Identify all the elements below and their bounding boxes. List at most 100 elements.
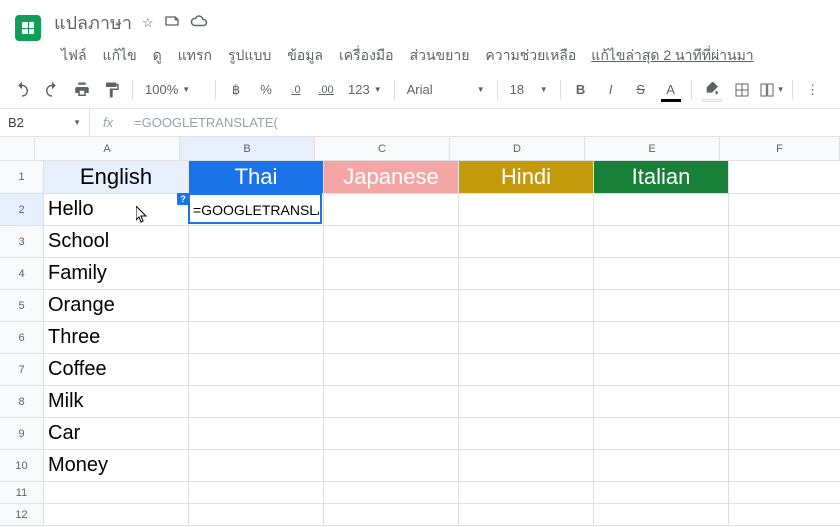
menu-view[interactable]: ดู bbox=[146, 41, 169, 71]
decrease-decimal-button[interactable]: .0 bbox=[282, 76, 310, 104]
cell-B4[interactable] bbox=[189, 258, 324, 290]
cell-B3[interactable] bbox=[189, 226, 324, 258]
cell-A11[interactable] bbox=[44, 482, 189, 504]
cell-E10[interactable] bbox=[594, 450, 729, 482]
borders-button[interactable] bbox=[728, 76, 756, 104]
cell-D9[interactable] bbox=[459, 418, 594, 450]
formula-input[interactable]: =GOOGLETRANSLATE( bbox=[126, 115, 840, 130]
redo-button[interactable] bbox=[38, 76, 66, 104]
col-header-E[interactable]: E bbox=[585, 137, 720, 161]
cell-C10[interactable] bbox=[324, 450, 459, 482]
cell-A8[interactable]: Milk bbox=[44, 386, 189, 418]
increase-decimal-button[interactable]: .00 bbox=[312, 76, 340, 104]
col-header-C[interactable]: C bbox=[315, 137, 450, 161]
menu-insert[interactable]: แทรก bbox=[171, 41, 219, 71]
cell-D10[interactable] bbox=[459, 450, 594, 482]
more-toolbar-button[interactable]: ⋮ bbox=[799, 76, 827, 104]
cell-F8[interactable] bbox=[729, 386, 840, 418]
cell-C1[interactable]: Japanese bbox=[324, 161, 459, 194]
cell-E9[interactable] bbox=[594, 418, 729, 450]
cell-D1[interactable]: Hindi bbox=[459, 161, 594, 194]
cell-C5[interactable] bbox=[324, 290, 459, 322]
col-header-F[interactable]: F bbox=[720, 137, 840, 161]
cell-E7[interactable] bbox=[594, 354, 729, 386]
cell-C9[interactable] bbox=[324, 418, 459, 450]
cell-E11[interactable] bbox=[594, 482, 729, 504]
move-icon[interactable] bbox=[164, 13, 180, 32]
star-icon[interactable]: ☆ bbox=[142, 15, 154, 31]
row-header-11[interactable]: 11 bbox=[0, 482, 44, 504]
last-edit-link[interactable]: แก้ไขล่าสุด 2 นาทีที่ผ่านมา bbox=[591, 41, 753, 71]
italic-button[interactable]: I bbox=[597, 76, 625, 104]
font-size-dropdown[interactable]: 18▼ bbox=[504, 82, 554, 97]
formula-help-badge[interactable]: ? bbox=[177, 193, 189, 205]
cell-C8[interactable] bbox=[324, 386, 459, 418]
cell-F4[interactable] bbox=[729, 258, 840, 290]
print-button[interactable] bbox=[68, 76, 96, 104]
cell-E8[interactable] bbox=[594, 386, 729, 418]
font-dropdown[interactable]: Arial▼ bbox=[401, 82, 491, 97]
row-header-10[interactable]: 10 bbox=[0, 450, 44, 482]
cell-E2[interactable] bbox=[594, 194, 729, 226]
cell-editor[interactable] bbox=[193, 202, 319, 218]
more-formats-dropdown[interactable]: 123▼ bbox=[342, 82, 388, 97]
name-box[interactable]: B2▼ bbox=[0, 109, 90, 136]
undo-button[interactable] bbox=[8, 76, 36, 104]
row-header-12[interactable]: 12 bbox=[0, 504, 44, 526]
cell-F5[interactable] bbox=[729, 290, 840, 322]
cell-B1[interactable]: Thai bbox=[189, 161, 324, 194]
cell-C6[interactable] bbox=[324, 322, 459, 354]
cell-E5[interactable] bbox=[594, 290, 729, 322]
cell-F10[interactable] bbox=[729, 450, 840, 482]
cell-F11[interactable] bbox=[729, 482, 840, 504]
cell-E6[interactable] bbox=[594, 322, 729, 354]
cell-E4[interactable] bbox=[594, 258, 729, 290]
cell-C11[interactable] bbox=[324, 482, 459, 504]
row-header-6[interactable]: 6 bbox=[0, 322, 44, 354]
row-header-5[interactable]: 5 bbox=[0, 290, 44, 322]
cell-E1[interactable]: Italian bbox=[594, 161, 729, 194]
col-header-B[interactable]: B bbox=[180, 137, 315, 161]
cell-A7[interactable]: Coffee bbox=[44, 354, 189, 386]
cell-A10[interactable]: Money bbox=[44, 450, 189, 482]
cell-F12[interactable] bbox=[729, 504, 840, 526]
cell-C7[interactable] bbox=[324, 354, 459, 386]
cell-C3[interactable] bbox=[324, 226, 459, 258]
menu-help[interactable]: ความช่วยเหลือ bbox=[478, 41, 583, 71]
zoom-dropdown[interactable]: 100%▼ bbox=[139, 82, 209, 97]
cell-A2[interactable]: Hello bbox=[44, 194, 189, 226]
cell-D2[interactable] bbox=[459, 194, 594, 226]
menu-tools[interactable]: เครื่องมือ bbox=[332, 41, 401, 71]
cell-B5[interactable] bbox=[189, 290, 324, 322]
cell-F7[interactable] bbox=[729, 354, 840, 386]
paint-format-button[interactable] bbox=[98, 76, 126, 104]
currency-button[interactable]: ฿ bbox=[222, 76, 250, 104]
cell-B9[interactable] bbox=[189, 418, 324, 450]
cell-F6[interactable] bbox=[729, 322, 840, 354]
cell-D12[interactable] bbox=[459, 504, 594, 526]
cell-D3[interactable] bbox=[459, 226, 594, 258]
select-all-corner[interactable] bbox=[0, 137, 35, 161]
row-header-4[interactable]: 4 bbox=[0, 258, 44, 290]
cell-B7[interactable] bbox=[189, 354, 324, 386]
merge-cells-button[interactable]: ▼ bbox=[758, 76, 786, 104]
cell-A1[interactable]: English bbox=[44, 161, 189, 194]
row-header-8[interactable]: 8 bbox=[0, 386, 44, 418]
cell-D4[interactable] bbox=[459, 258, 594, 290]
cell-E12[interactable] bbox=[594, 504, 729, 526]
col-header-D[interactable]: D bbox=[450, 137, 585, 161]
cell-D8[interactable] bbox=[459, 386, 594, 418]
percent-button[interactable]: % bbox=[252, 76, 280, 104]
cell-C2[interactable] bbox=[324, 194, 459, 226]
cell-B8[interactable] bbox=[189, 386, 324, 418]
cell-E3[interactable] bbox=[594, 226, 729, 258]
cell-D11[interactable] bbox=[459, 482, 594, 504]
menu-extensions[interactable]: ส่วนขยาย bbox=[403, 41, 477, 71]
cloud-status-icon[interactable] bbox=[190, 12, 208, 33]
strikethrough-button[interactable]: S bbox=[627, 76, 655, 104]
menu-format[interactable]: รูปแบบ bbox=[221, 41, 278, 71]
cell-F9[interactable] bbox=[729, 418, 840, 450]
cell-A6[interactable]: Three bbox=[44, 322, 189, 354]
sheets-logo[interactable] bbox=[8, 8, 48, 48]
cell-A5[interactable]: Orange bbox=[44, 290, 189, 322]
